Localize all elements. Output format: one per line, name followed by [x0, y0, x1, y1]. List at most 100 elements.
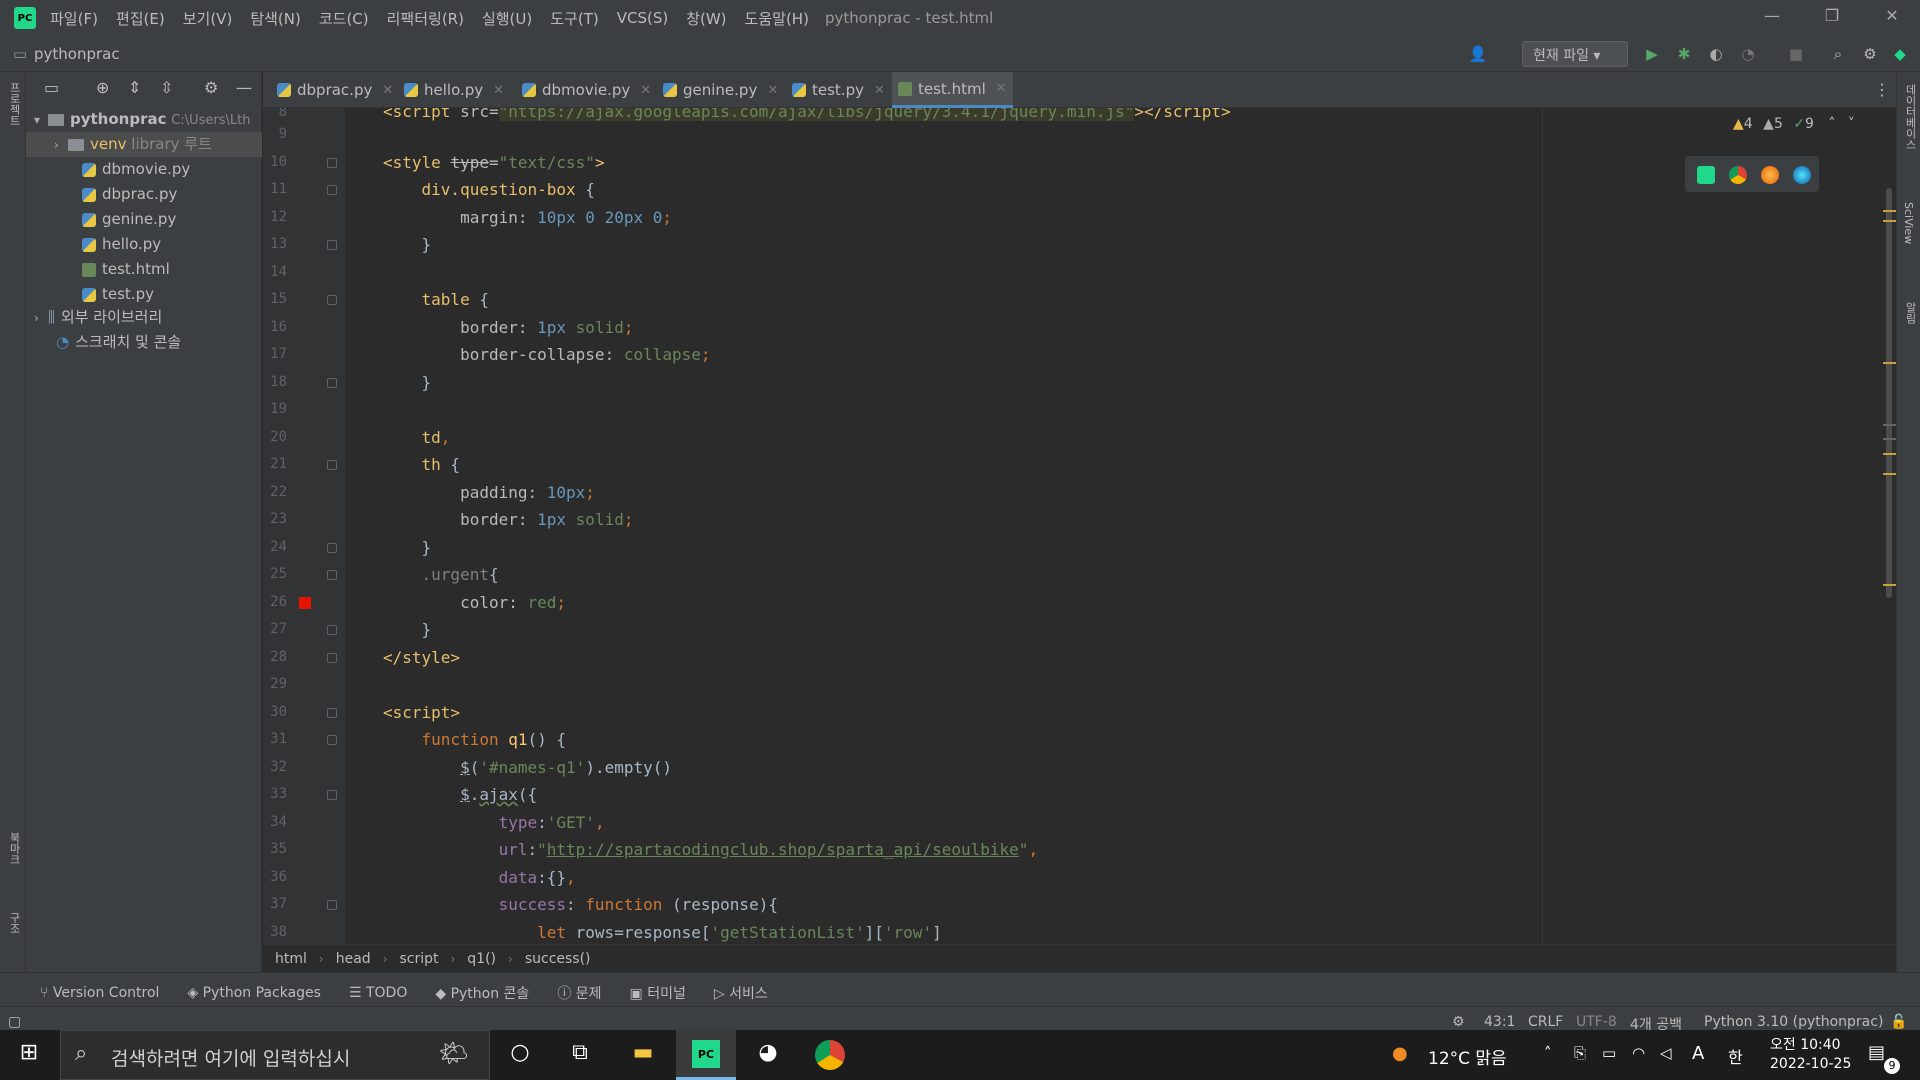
tree-file-genine[interactable]: genine.py — [82, 207, 176, 232]
cortana-icon[interactable]: ○ — [505, 1040, 535, 1070]
battery-icon[interactable]: ▭ — [1602, 1044, 1616, 1062]
tree-scratches[interactable]: ◔ 스크래치 및 콘솔 — [56, 330, 181, 355]
taskbar-search-input[interactable]: ⌕ 검색하려면 여기에 입력하십시 🌤 — [60, 1030, 490, 1080]
close-tab-icon[interactable]: ✕ — [874, 83, 885, 98]
search-icon[interactable]: ⌕ — [1828, 44, 1848, 64]
close-tab-icon[interactable]: ✕ — [996, 81, 1007, 96]
caret-position[interactable]: 43:1 — [1484, 1014, 1515, 1030]
crumb-head[interactable]: head — [336, 951, 371, 967]
more-tabs-icon[interactable]: ⋮ — [1874, 80, 1890, 99]
project-breadcrumb[interactable]: pythonprac — [34, 45, 120, 63]
close-tab-icon[interactable]: ✕ — [493, 83, 504, 98]
tree-file-test-py[interactable]: test.py — [82, 282, 154, 307]
task-view-icon[interactable]: ⧉ — [565, 1040, 595, 1070]
tree-root-pythonprac[interactable]: ▾ pythonprac C:\Users\Lth — [34, 107, 250, 132]
tool-problems[interactable]: ⓘ 문제 — [557, 983, 601, 1003]
menu-edit[interactable]: 편집(E) — [116, 8, 165, 29]
project-tool-tab[interactable]: 프로젝트 — [6, 82, 22, 126]
edge-icon[interactable] — [1793, 166, 1811, 184]
hide-panel-icon[interactable]: — — [236, 78, 252, 97]
run-icon[interactable]: ▶ — [1642, 44, 1662, 64]
weather-text[interactable]: 12°C 맑음 — [1428, 1044, 1507, 1069]
jetbrains-toolbox-icon[interactable]: ◆ — [1890, 44, 1910, 64]
debug-icon[interactable]: ✱ — [1674, 44, 1694, 64]
clock-date[interactable]: 2022-10-25 — [1770, 1056, 1851, 1072]
pycharm-preview-icon[interactable] — [1697, 166, 1715, 184]
chevron-up-icon[interactable]: ˄ — [1828, 116, 1835, 132]
menu-window[interactable]: 창(W) — [686, 8, 726, 29]
ime-language[interactable]: 한 — [1728, 1044, 1743, 1068]
tree-file-test-html[interactable]: test.html — [82, 257, 170, 282]
close-tab-icon[interactable]: ✕ — [640, 83, 651, 98]
tree-item-venv[interactable]: › venv library 루트 — [26, 132, 262, 157]
tool-version-control[interactable]: ⑂ Version Control — [40, 985, 159, 1001]
menu-navigate[interactable]: 탐색(N) — [250, 8, 301, 29]
close-tab-icon[interactable]: ✕ — [767, 83, 778, 98]
chevron-down-icon[interactable]: ˅ — [1848, 116, 1855, 132]
collapse-all-icon[interactable]: ⇳ — [160, 78, 173, 97]
crumb-success[interactable]: success() — [525, 951, 591, 967]
notification-center-icon[interactable]: ▤ — [1868, 1042, 1885, 1063]
file-encoding[interactable]: UTF-8 — [1576, 1014, 1617, 1030]
user-icon[interactable]: 👤 — [1468, 44, 1488, 64]
tool-python-console[interactable]: ◆ Python 콘솔 — [435, 983, 529, 1003]
tab-dbprac[interactable]: dbprac.py ✕ — [271, 72, 399, 108]
app-penguin-icon[interactable]: ◕ — [753, 1040, 783, 1070]
menu-run[interactable]: 실행(U) — [482, 8, 532, 29]
pycharm-logo-icon[interactable]: PC — [14, 7, 36, 29]
line-separator[interactable]: CRLF — [1528, 1014, 1563, 1030]
bookmarks-tool-tab[interactable]: 북마크 — [6, 832, 22, 865]
tool-terminal[interactable]: ▣ 터미널 — [630, 983, 686, 1003]
locate-file-icon[interactable]: ⊕ — [96, 78, 109, 97]
notifications-tool-tab[interactable]: 알림 — [1902, 302, 1918, 324]
close-tab-icon[interactable]: ✕ — [382, 83, 393, 98]
clock-time[interactable]: 오전 10:40 — [1770, 1034, 1841, 1054]
tree-external-libraries[interactable]: › ⫼ 외부 라이브러리 — [34, 305, 162, 330]
menu-code[interactable]: 코드(C) — [319, 8, 369, 29]
database-tool-tab[interactable]: 데이터베이스 — [1902, 84, 1918, 150]
close-window-icon[interactable]: ✕ — [1872, 6, 1912, 30]
windows-start-icon[interactable]: ⊞ — [14, 1040, 44, 1070]
file-explorer-icon[interactable]: ▬ — [628, 1040, 658, 1070]
expand-all-icon[interactable]: ⇕ — [128, 78, 141, 97]
tree-file-dbprac[interactable]: dbprac.py — [82, 182, 177, 207]
menu-tools[interactable]: 도구(T) — [550, 8, 598, 29]
tool-python-packages[interactable]: ◈ Python Packages — [187, 985, 321, 1001]
run-config-select[interactable]: 현재 파일 ▾ — [1522, 41, 1628, 67]
inspection-widget[interactable]: ▲4 ▲5 ✓9 ˄ ˅ — [1733, 116, 1855, 132]
panel-settings-icon[interactable]: ⚙ — [204, 78, 218, 97]
wifi-icon[interactable]: ◠ — [1632, 1044, 1645, 1062]
scroll-thumb[interactable] — [1886, 188, 1892, 598]
settings-gear-icon[interactable]: ⚙ — [1860, 44, 1880, 64]
menu-vcs[interactable]: VCS(S) — [617, 9, 668, 27]
menu-help[interactable]: 도움말(H) — [745, 8, 809, 29]
tool-services[interactable]: ▷ 서비스 — [714, 983, 768, 1003]
pycharm-taskbar-item[interactable]: PC — [676, 1030, 736, 1080]
stop-icon[interactable]: ■ — [1786, 44, 1806, 64]
tray-device-icon[interactable]: ⎘ — [1574, 1044, 1586, 1062]
tab-hello[interactable]: hello.py ✕ — [398, 72, 510, 108]
menu-view[interactable]: 보기(V) — [183, 8, 233, 29]
menu-refactor[interactable]: 리팩터링(R) — [387, 8, 464, 29]
tool-todo[interactable]: ☰ TODO — [349, 985, 407, 1001]
restore-icon[interactable]: ❐ — [1812, 6, 1852, 30]
python-interpreter[interactable]: Python 3.10 (pythonprac) — [1704, 1014, 1883, 1030]
panel-layout-icon[interactable]: ▭ — [44, 78, 59, 97]
crumb-script[interactable]: script — [399, 951, 438, 967]
tab-genine[interactable]: genine.py ✕ — [657, 72, 784, 108]
firefox-icon[interactable] — [1761, 166, 1779, 184]
coverage-icon[interactable]: ◐ — [1706, 44, 1726, 64]
tray-chevron-up-icon[interactable]: ˄ — [1544, 1044, 1552, 1062]
tab-test-html[interactable]: test.html ✕ — [892, 72, 1013, 108]
crumb-html[interactable]: html — [275, 951, 307, 967]
code-editor[interactable]: 8 9 10 11 12 13 14 15 16 17 18 19 20 21 … — [263, 108, 1896, 944]
editor-scrollbar[interactable] — [1882, 108, 1896, 944]
volume-icon[interactable]: ◁ — [1660, 1044, 1672, 1062]
profile-icon[interactable]: ◔ — [1738, 44, 1758, 64]
git-sync-icon[interactable]: ⚙ — [1452, 1014, 1465, 1030]
menu-file[interactable]: 파일(F) — [50, 8, 98, 29]
tree-file-dbmovie[interactable]: dbmovie.py — [82, 157, 190, 182]
tree-file-hello[interactable]: hello.py — [82, 232, 161, 257]
tab-test-py[interactable]: test.py ✕ — [786, 72, 891, 108]
chrome-taskbar-icon[interactable] — [815, 1040, 845, 1070]
